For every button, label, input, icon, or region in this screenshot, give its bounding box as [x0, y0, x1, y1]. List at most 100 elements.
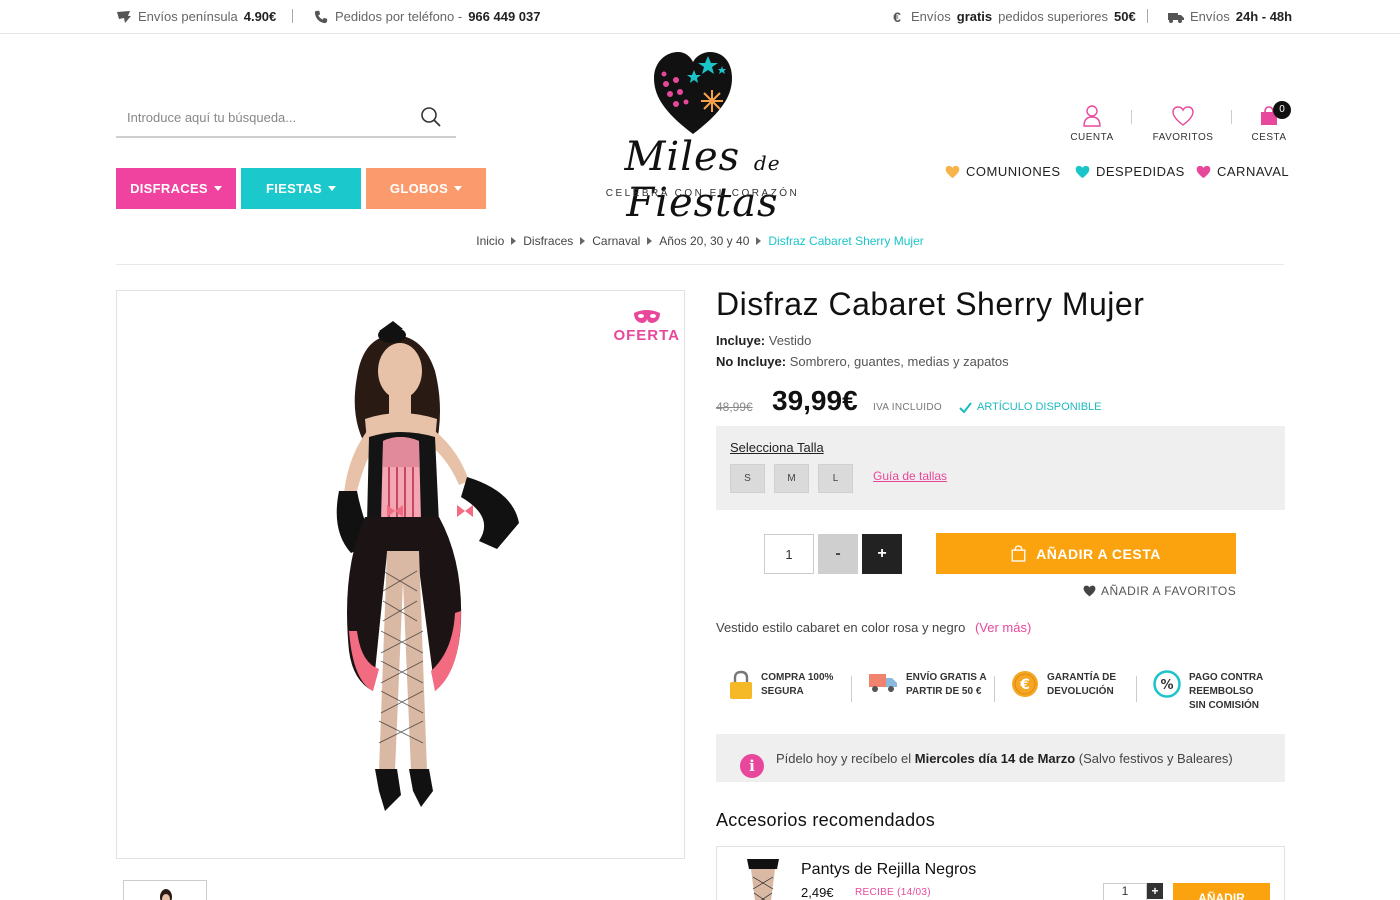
product-title: Disfraz Cabaret Sherry Mujer	[716, 286, 1145, 322]
feature-return-guarantee: € GARANTÍA DE DEVOLUCIÓN	[1011, 670, 1116, 699]
search-input[interactable]	[116, 100, 406, 134]
cart-link[interactable]: CESTA	[1229, 104, 1309, 143]
account-link[interactable]: CUENTA	[1052, 104, 1132, 143]
free-shipping-info: € Envíos gratis pedidos superiores 50€	[889, 9, 1136, 24]
size-option-l[interactable]: L	[818, 464, 853, 493]
breadcrumb-item-inicio[interactable]: Inicio	[476, 234, 504, 248]
category-globos-button[interactable]: GLOBOS	[366, 168, 486, 209]
cart-count-badge: 0	[1273, 101, 1291, 119]
shopping-bag-icon	[1011, 545, 1026, 562]
heart-logo-icon	[654, 52, 732, 134]
theme-despedidas-link[interactable]: DESPEDIDAS	[1075, 164, 1185, 179]
heart-icon	[1172, 106, 1194, 126]
breadcrumb-item-carnaval[interactable]: Carnaval	[592, 234, 640, 248]
theme-carnaval-link[interactable]: CARNAVAL	[1196, 164, 1289, 179]
feature-free-shipping: ENVÍO GRATIS A PARTIR DE 50 €	[868, 670, 987, 699]
accessory-image[interactable]	[733, 857, 793, 900]
svg-text:%: %	[1160, 678, 1173, 693]
divider	[292, 9, 293, 23]
favorites-link[interactable]: FAVORITOS	[1143, 104, 1223, 143]
shipping-info: Envíos península 4.90€	[116, 9, 276, 24]
divider	[116, 264, 1284, 265]
top-info-bar: Envíos península 4.90€ Pedidos por teléf…	[0, 0, 1400, 34]
percent-icon: %	[1153, 670, 1181, 698]
info-icon: i	[740, 754, 764, 778]
short-description: Vestido estilo cabaret en color rosa y n…	[716, 620, 1032, 635]
logo-wordmark: Miles de Fiestas	[624, 134, 781, 226]
phone-number-link[interactable]: 966 449 037	[468, 9, 540, 24]
recommended-accessories-heading: Accesorios recomendados	[716, 810, 936, 830]
svg-text:€: €	[1019, 677, 1030, 693]
accessory-quantity-input[interactable]: 1	[1103, 883, 1147, 900]
size-option-s[interactable]: S	[730, 464, 765, 493]
iva-label: IVA INCLUIDO	[873, 402, 942, 413]
heart-icon	[1075, 165, 1090, 178]
size-option-m[interactable]: M	[774, 464, 809, 493]
caret-down-icon	[213, 186, 222, 191]
check-icon	[959, 401, 972, 413]
arrow-right-icon	[647, 237, 653, 246]
add-to-favorites-link[interactable]: AÑADIR A FAVORITOS	[1083, 584, 1236, 598]
arrow-right-icon	[511, 237, 517, 246]
size-selector: Selecciona Talla S M L Guía de tallas	[716, 426, 1285, 510]
accessory-delivery: RECIBE (14/03)	[855, 887, 931, 898]
quantity-increase-button[interactable]: +	[862, 534, 902, 574]
includes-line: Incluye: Vestido	[716, 333, 812, 348]
category-fiestas-button[interactable]: FIESTAS	[241, 168, 361, 209]
accessory-price: 2,49€	[801, 885, 834, 900]
divider	[1147, 9, 1148, 23]
breadcrumb-item-current: Disfraz Cabaret Sherry Mujer	[768, 234, 924, 248]
arrow-right-icon	[580, 237, 586, 246]
divider	[1131, 110, 1132, 124]
phone-info: Pedidos por teléfono - 966 449 037	[313, 9, 541, 24]
user-icon	[1083, 105, 1101, 127]
breadcrumb-item-anos[interactable]: Años 20, 30 y 40	[659, 234, 749, 248]
heart-icon	[945, 165, 960, 178]
arrow-right-icon	[756, 237, 762, 246]
see-more-link[interactable]: (Ver más)	[975, 620, 1031, 635]
delivery-time-info: Envíos 24h - 48h	[1168, 9, 1292, 24]
add-to-cart-button[interactable]: AÑADIR A CESTA	[936, 533, 1236, 574]
search-icon[interactable]	[420, 106, 442, 128]
size-selector-label: Selecciona Talla	[730, 440, 824, 455]
accessory-add-button[interactable]: AÑADIR	[1173, 883, 1270, 900]
category-disfraces-button[interactable]: DISFRACES	[116, 168, 236, 209]
heart-icon	[1196, 165, 1211, 178]
divider	[1136, 676, 1137, 702]
logo-tagline: CELEBRA CON EL CORAZÓN	[605, 188, 800, 199]
truck-icon	[1168, 12, 1184, 23]
euro-icon: €	[893, 8, 901, 25]
phone-icon	[314, 10, 328, 23]
size-guide-link[interactable]: Guía de tallas	[873, 469, 947, 483]
availability-status: ARTÍCULO DISPONIBLE	[959, 401, 1102, 413]
shipping-icon	[117, 10, 131, 23]
delivery-estimate-banner: i Pídelo hoy y recíbelo el Miercoles día…	[716, 734, 1285, 782]
accessory-card: Pantys de Rejilla Negros 2,49€ RECIBE (1…	[716, 846, 1285, 900]
accessory-quantity-increase[interactable]: +	[1147, 883, 1163, 899]
caret-down-icon	[328, 186, 337, 191]
delivery-estimate-text: Pídelo hoy y recíbelo el Miercoles día 1…	[776, 751, 1233, 766]
site-logo[interactable]: Miles de Fiestas CELEBRA CON EL CORAZÓN	[560, 50, 845, 226]
divider	[851, 676, 852, 702]
breadcrumb: Inicio Disfraces Carnaval Años 20, 30 y 40 D…	[0, 234, 1400, 248]
thumbnail-figure	[160, 889, 172, 900]
product-thumbnail[interactable]	[123, 880, 207, 900]
quantity-decrease-button[interactable]: -	[818, 534, 858, 574]
truck-icon	[869, 674, 897, 692]
lock-icon	[730, 670, 752, 699]
product-image[interactable]: OFERTA	[116, 290, 685, 859]
theme-comuniones-link[interactable]: COMUNIONES	[945, 164, 1061, 179]
feature-cash-on-delivery: % PAGO CONTRA REEMBOLSO SIN COMISIÓN	[1153, 670, 1263, 713]
breadcrumb-item-disfraces[interactable]: Disfraces	[523, 234, 573, 248]
feature-secure-purchase: COMPRA 100% SEGURA	[729, 670, 833, 700]
divider	[994, 676, 995, 702]
cabaret-costume-figure	[336, 321, 519, 811]
heart-icon	[1083, 585, 1096, 597]
excludes-line: No Incluye: Sombrero, guantes, medias y …	[716, 354, 1009, 369]
search-box	[116, 100, 456, 138]
accessory-name[interactable]: Pantys de Rejilla Negros	[801, 861, 976, 879]
quantity-input[interactable]	[764, 534, 814, 574]
euro-coin-icon: €	[1012, 671, 1038, 697]
caret-down-icon	[454, 186, 463, 191]
current-price: 39,99€	[772, 385, 858, 416]
